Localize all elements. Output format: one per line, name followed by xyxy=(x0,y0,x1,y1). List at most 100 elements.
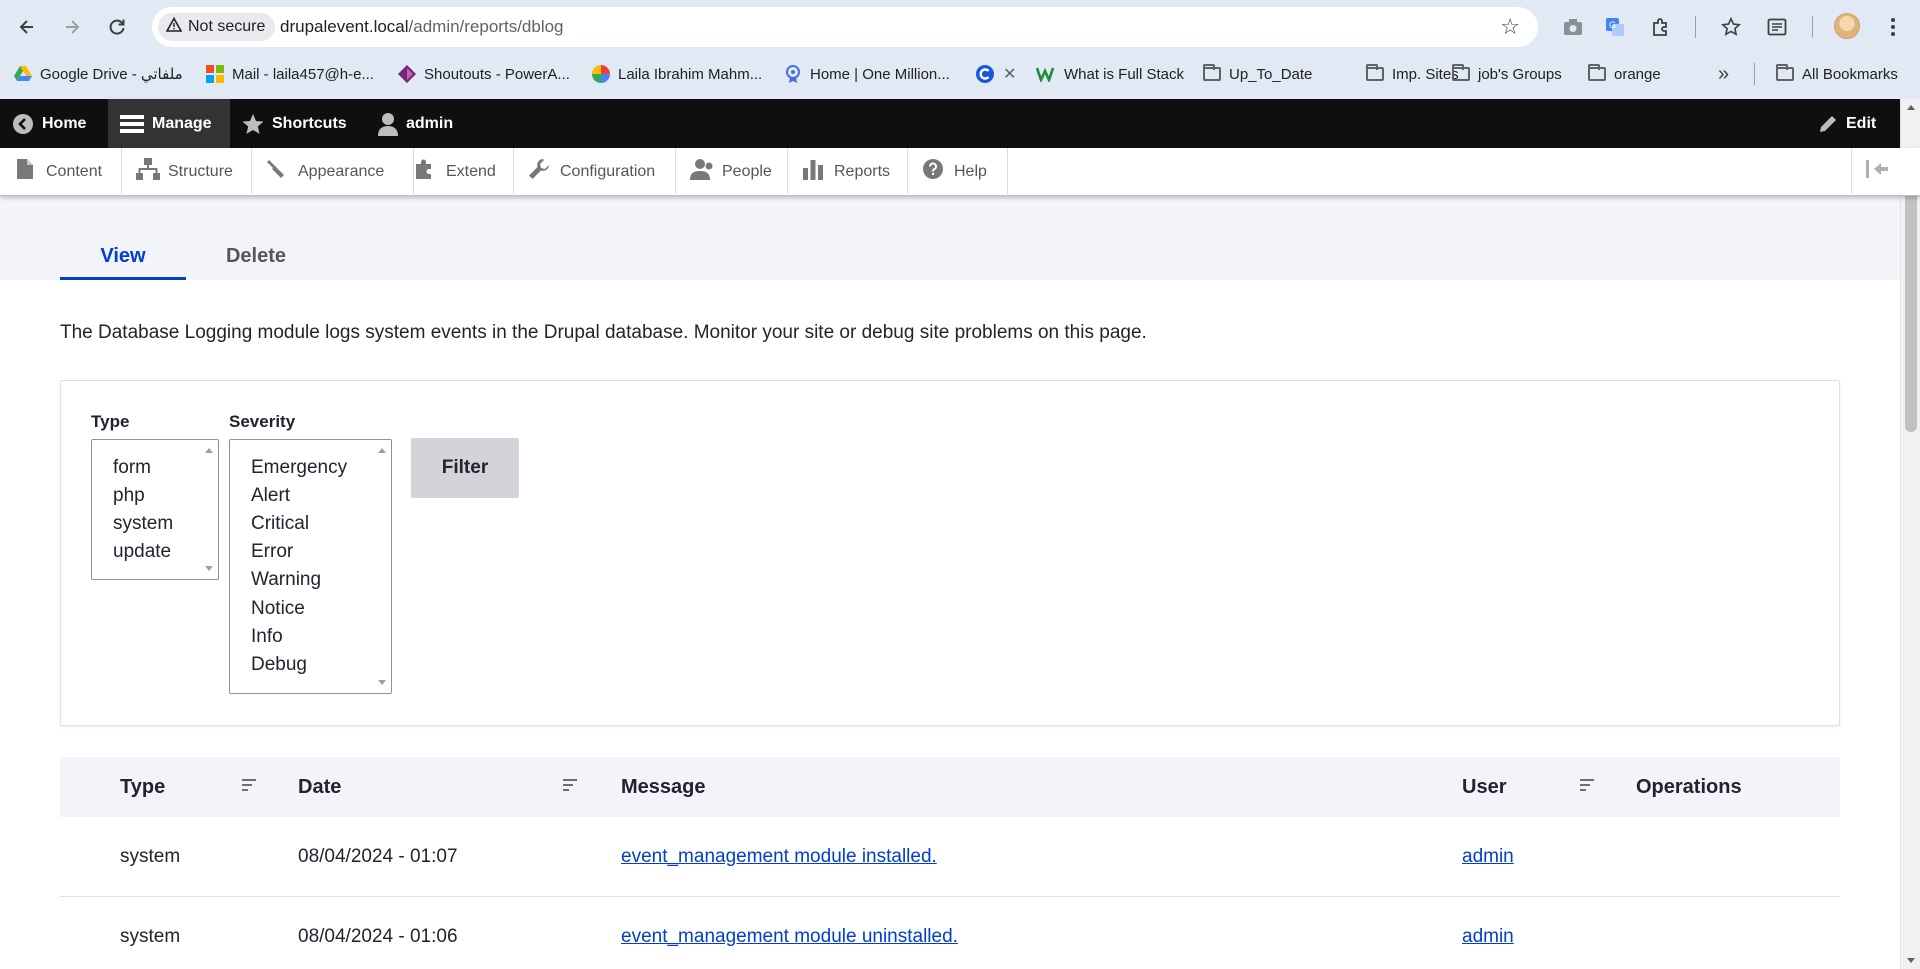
close-x-icon[interactable]: ✕ xyxy=(1003,64,1016,84)
filter-button[interactable]: Filter xyxy=(411,438,519,498)
reload-button[interactable] xyxy=(100,10,134,44)
toolbar-shortcuts[interactable]: Shortcuts xyxy=(230,99,359,148)
admin-toolbar-tray: Content Structure Appearance Extend Conf… xyxy=(0,148,1920,196)
bookmark-shoutouts[interactable]: Shoutouts - PowerA... xyxy=(398,62,570,86)
svg-text:G: G xyxy=(1609,20,1616,30)
address-bar[interactable]: Not secure drupalevent.local/admin/repor… xyxy=(152,7,1538,47)
severity-option[interactable]: Alert xyxy=(251,482,290,510)
one-million-icon xyxy=(786,65,800,83)
column-header-date[interactable]: Date xyxy=(298,757,341,817)
collapse-left-icon xyxy=(1866,160,1888,184)
url-text[interactable]: drupalevent.local/admin/reports/dblog xyxy=(280,7,564,47)
site-security-chip[interactable]: Not secure xyxy=(158,13,276,41)
page-scrollbar[interactable] xyxy=(1900,99,1920,969)
bookmark-laila[interactable]: Laila Ibrahim Mahm... xyxy=(592,62,762,86)
pencil-icon xyxy=(1820,115,1836,132)
camera-icon[interactable] xyxy=(1558,12,1588,42)
type-select-scrollbar[interactable] xyxy=(202,442,216,577)
type-option[interactable]: php xyxy=(113,482,145,510)
person-icon xyxy=(690,158,713,186)
bookmark-mail[interactable]: Mail - laila457@h-e... xyxy=(206,62,374,86)
severity-option[interactable]: Emergency xyxy=(251,454,347,482)
type-select[interactable]: form php system update xyxy=(91,439,219,580)
sort-icon[interactable] xyxy=(563,779,577,791)
toolbar-edit[interactable]: Edit xyxy=(1806,99,1888,148)
bookmark-star-icon[interactable]: ☆ xyxy=(1500,14,1520,40)
user-link[interactable]: admin xyxy=(1462,846,1514,867)
puzzle-icon xyxy=(414,158,436,186)
bookmark-google-drive[interactable]: Google Drive - ملفاتي xyxy=(14,62,183,86)
user-link[interactable]: admin xyxy=(1462,926,1514,947)
file-icon xyxy=(14,159,36,185)
sort-icon[interactable] xyxy=(242,779,256,791)
tray-item-content[interactable]: Content xyxy=(0,148,122,196)
tray-item-appearance[interactable]: Appearance xyxy=(252,148,414,196)
severity-option[interactable]: Info xyxy=(251,623,283,651)
bookmarks-overflow-button[interactable]: » xyxy=(1718,62,1729,86)
back-button[interactable] xyxy=(10,10,44,44)
toolbar-home[interactable]: Home xyxy=(0,99,98,148)
all-bookmarks-button[interactable]: All Bookmarks xyxy=(1776,62,1898,86)
toolbar-orientation-toggle[interactable] xyxy=(1851,148,1900,196)
tray-item-reports[interactable]: Reports xyxy=(788,148,908,196)
toolbar-user[interactable]: admin xyxy=(366,99,465,148)
bookmark-folder-jobs-groups[interactable]: job's Groups xyxy=(1452,62,1562,86)
reload-icon xyxy=(109,19,125,35)
scroll-down-arrow-icon[interactable] xyxy=(1907,958,1915,963)
folder-icon xyxy=(1776,64,1794,81)
bookmark-folder-orange[interactable]: orange xyxy=(1588,62,1661,86)
type-option[interactable]: system xyxy=(113,510,173,538)
folder-icon xyxy=(1203,64,1221,81)
column-header-user[interactable]: User xyxy=(1462,757,1506,817)
severity-select-scrollbar[interactable] xyxy=(375,442,389,691)
url-path: /admin/reports/dblog xyxy=(408,17,564,36)
profile-avatar[interactable] xyxy=(1834,13,1860,39)
toolbar-separator xyxy=(1812,16,1813,38)
folder-icon xyxy=(1366,64,1384,81)
bookmark-folder-up-to-date[interactable]: Up_To_Date xyxy=(1203,62,1312,86)
tray-item-structure[interactable]: Structure xyxy=(122,148,252,196)
log-message-link[interactable]: event_management module uninstalled. xyxy=(621,926,958,947)
tray-item-people[interactable]: People xyxy=(676,148,788,196)
folder-icon xyxy=(1588,64,1606,81)
bookmark-c-site[interactable]: ✕ xyxy=(975,62,1016,86)
type-option[interactable]: form xyxy=(113,454,151,482)
more-menu-icon[interactable] xyxy=(1878,12,1908,42)
severity-option[interactable]: Notice xyxy=(251,595,305,623)
bookmarks-star-icon[interactable] xyxy=(1716,12,1746,42)
reading-list-icon[interactable] xyxy=(1762,12,1792,42)
tab-delete[interactable]: Delete xyxy=(186,232,326,280)
type-option[interactable]: update xyxy=(113,538,171,566)
column-header-message: Message xyxy=(621,776,706,798)
tray-item-help[interactable]: Help xyxy=(908,148,1008,196)
power-apps-icon xyxy=(398,65,416,83)
star-icon xyxy=(242,113,264,134)
severity-option[interactable]: Critical xyxy=(251,510,309,538)
extensions-puzzle-icon[interactable] xyxy=(1646,12,1676,42)
scroll-up-arrow-icon xyxy=(205,448,213,453)
scroll-up-arrow-icon[interactable] xyxy=(1907,105,1915,110)
tray-item-extend[interactable]: Extend xyxy=(400,148,514,196)
w-logo-icon xyxy=(1036,67,1055,82)
severity-option[interactable]: Error xyxy=(251,538,293,566)
chevron-double-right-icon: » xyxy=(1718,62,1730,85)
severity-option[interactable]: Warning xyxy=(251,566,321,594)
sort-icon[interactable] xyxy=(1580,779,1594,791)
bookmark-folder-imp-sites[interactable]: Imp. Sites xyxy=(1366,62,1459,86)
log-message-link[interactable]: event_management module installed. xyxy=(621,846,937,867)
back-chevron-circle-icon xyxy=(13,113,33,134)
severity-option[interactable]: Debug xyxy=(251,651,307,679)
bookmark-one-million[interactable]: Home | One Million... xyxy=(784,62,950,86)
user-icon xyxy=(378,112,398,136)
google-translate-icon[interactable]: G xyxy=(1600,12,1630,42)
bookmark-full-stack[interactable]: What is Full Stack xyxy=(1036,62,1184,86)
table-row: system 08/04/2024 - 01:07 event_manageme… xyxy=(60,817,1840,897)
tab-view[interactable]: View xyxy=(60,232,186,280)
pinwheel-icon xyxy=(592,65,610,83)
column-header-type[interactable]: Type xyxy=(120,757,165,817)
forward-button[interactable] xyxy=(55,10,89,44)
toolbar-manage[interactable]: Manage xyxy=(108,99,230,148)
severity-select[interactable]: Emergency Alert Critical Error Warning N… xyxy=(229,439,392,694)
tray-item-configuration[interactable]: Configuration xyxy=(514,148,676,196)
back-arrow-icon xyxy=(19,20,33,34)
